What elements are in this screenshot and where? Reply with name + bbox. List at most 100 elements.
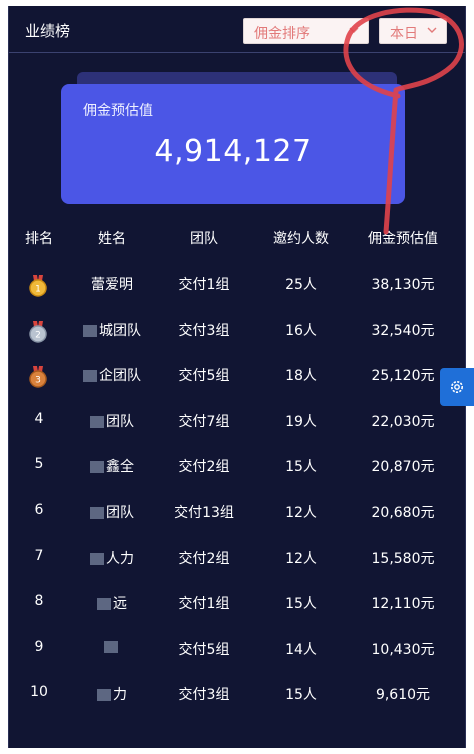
team-cell: 交付1组 xyxy=(178,277,230,293)
bronze-medal-icon: 3 xyxy=(29,366,47,388)
invites-cell: 25人 xyxy=(285,277,317,293)
name-text: 团队 xyxy=(106,505,134,521)
commission-cell: 10,430元 xyxy=(371,641,435,658)
gold-medal-icon: 1 xyxy=(29,275,47,297)
page-title: 业绩榜 xyxy=(25,22,71,40)
summary-value: 4,914,127 xyxy=(154,134,312,169)
name-cell: 远 xyxy=(67,593,157,613)
name-cell: 蕾爱明 xyxy=(67,274,157,294)
team-cell: 交付1组 xyxy=(178,596,230,613)
name-cell: 团队 xyxy=(67,502,157,522)
redacted-block xyxy=(90,461,104,474)
team-cell: 交付3组 xyxy=(178,687,230,704)
team-cell: 交付2组 xyxy=(178,459,230,476)
table-row: 6 团队 交付13组 12人 20,680元 xyxy=(9,502,465,526)
commission-cell: 32,540元 xyxy=(371,322,435,339)
invites-cell: 12人 xyxy=(285,505,317,521)
summary-card: 佣金预估值 4,914,127 xyxy=(61,84,405,204)
summary-label: 佣金预估值 xyxy=(83,103,153,119)
gear-icon xyxy=(451,381,463,393)
invites-cell: 12人 xyxy=(285,550,317,567)
name-text: 力 xyxy=(113,687,127,704)
rank-cell: 7 xyxy=(34,547,44,564)
rank-cell: 5 xyxy=(34,456,44,473)
rank-cell: 4 xyxy=(34,410,44,427)
team-cell: 交付5组 xyxy=(178,641,230,658)
commission-cell: 9,610元 xyxy=(375,687,431,704)
table-row: 1 蕾爱明 交付1组 25人 38,130元 xyxy=(9,274,465,298)
table-row: 3 企团队 交付5组 18人 25,120元 xyxy=(9,365,465,389)
leaderboard-panel: 业绩榜 佣金排序 本日 佣金预估值 4,914,127 排名 姓名 团队 邀约人… xyxy=(8,6,466,748)
column-header-commission: 佣金预估值 xyxy=(368,231,438,247)
chevron-down-icon xyxy=(427,27,437,33)
commission-cell: 38,130元 xyxy=(371,277,435,293)
name-text: 企团队 xyxy=(99,368,141,385)
chevron-down-icon xyxy=(349,27,359,33)
commission-cell: 22,030元 xyxy=(371,413,435,430)
name-cell xyxy=(67,639,157,655)
svg-text:3: 3 xyxy=(35,376,41,386)
name-text: 远 xyxy=(113,596,127,613)
sort-select-value: 佣金排序 xyxy=(254,26,310,42)
name-cell: 人力 xyxy=(67,548,157,568)
invites-cell: 15人 xyxy=(285,687,317,704)
commission-cell: 20,870元 xyxy=(371,459,435,476)
redacted-block xyxy=(97,689,111,702)
name-text: 蕾爱明 xyxy=(91,277,133,293)
redacted-block xyxy=(90,507,104,519)
redacted-block xyxy=(104,640,118,653)
name-text: 城团队 xyxy=(99,322,141,339)
invites-cell: 15人 xyxy=(285,596,317,613)
invites-cell: 15人 xyxy=(285,459,317,476)
redacted-block xyxy=(83,370,97,383)
commission-cell: 15,580元 xyxy=(371,550,435,567)
leaderboard-header: 业绩榜 佣金排序 本日 xyxy=(9,6,465,53)
commission-cell: 25,120元 xyxy=(371,368,435,385)
invites-cell: 19人 xyxy=(285,413,317,430)
column-header-team: 团队 xyxy=(190,231,218,247)
table-row: 7 人力 交付2组 12人 15,580元 xyxy=(9,548,465,572)
name-text: 人力 xyxy=(106,550,134,567)
name-cell: 团队 xyxy=(67,411,157,431)
table-row: 2 城团队 交付3组 16人 32,540元 xyxy=(9,320,465,344)
svg-text:1: 1 xyxy=(35,285,41,295)
team-cell: 交付13组 xyxy=(174,505,234,521)
team-cell: 交付5组 xyxy=(178,368,230,385)
redacted-block xyxy=(90,415,104,428)
rank-cell: 10 xyxy=(30,684,48,701)
period-select[interactable]: 本日 xyxy=(379,18,447,44)
column-header-invites: 邀约人数 xyxy=(273,231,329,247)
period-select-value: 本日 xyxy=(390,26,418,42)
name-text: 鑫全 xyxy=(106,459,134,476)
name-cell: 鑫全 xyxy=(67,456,157,476)
invites-cell: 18人 xyxy=(285,368,317,385)
column-header-name: 姓名 xyxy=(98,231,126,247)
name-cell: 企团队 xyxy=(67,365,157,385)
commission-cell: 20,680元 xyxy=(371,505,435,521)
rank-cell: 9 xyxy=(34,638,44,655)
settings-button[interactable] xyxy=(440,368,474,406)
table-row: 9 交付5组 14人 10,430元 xyxy=(9,639,465,663)
redacted-block xyxy=(97,598,111,611)
team-cell: 交付3组 xyxy=(178,322,230,339)
table-row: 10 力 交付3组 15人 9,610元 xyxy=(9,684,465,708)
table-row: 4 团队 交付7组 19人 22,030元 xyxy=(9,411,465,435)
commission-cell: 12,110元 xyxy=(371,596,435,613)
team-cell: 交付7组 xyxy=(178,413,230,430)
invites-cell: 16人 xyxy=(285,322,317,339)
table-row: 5 鑫全 交付2组 15人 20,870元 xyxy=(9,456,465,480)
team-cell: 交付2组 xyxy=(178,550,230,567)
rank-cell: 6 xyxy=(34,502,44,518)
rank-cell: 8 xyxy=(34,593,44,610)
sort-select[interactable]: 佣金排序 xyxy=(243,18,369,44)
name-text: 团队 xyxy=(106,413,134,430)
name-cell: 力 xyxy=(67,684,157,704)
silver-medal-icon: 2 xyxy=(29,320,47,343)
column-header-rank: 排名 xyxy=(25,231,53,247)
invites-cell: 14人 xyxy=(285,641,317,658)
redacted-block xyxy=(90,552,104,565)
table-row: 8 远 交付1组 15人 12,110元 xyxy=(9,593,465,617)
name-cell: 城团队 xyxy=(67,320,157,340)
redacted-block xyxy=(83,324,97,337)
svg-text:2: 2 xyxy=(35,330,41,340)
